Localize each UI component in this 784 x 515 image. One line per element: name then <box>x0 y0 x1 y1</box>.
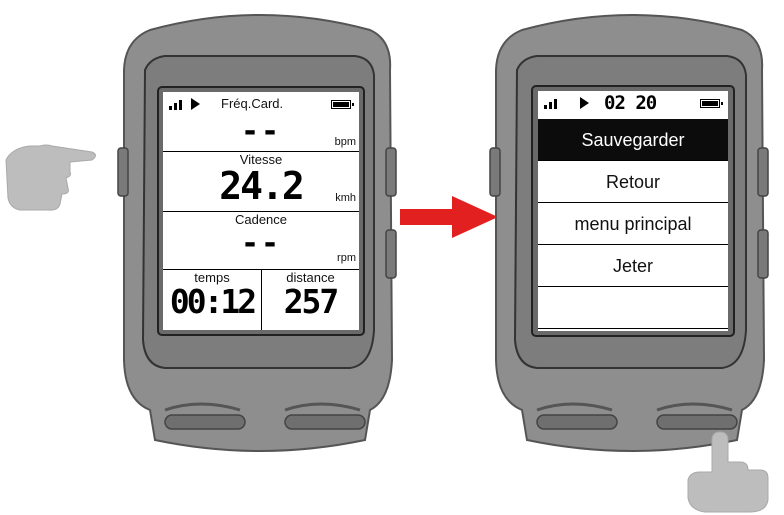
speed-unit: kmh <box>335 192 356 204</box>
clock: 02 20 <box>604 92 657 114</box>
cadence-unit: rpm <box>337 252 356 264</box>
heart-rate-unit: bpm <box>334 136 356 148</box>
battery-icon <box>331 100 354 109</box>
speed-field: Vitesse 24.2 kmh <box>163 151 359 212</box>
play-icon <box>580 97 589 109</box>
heart-rate-value: -- <box>240 114 282 149</box>
cadence-field: Cadence -- rpm <box>163 211 359 270</box>
right-arrow <box>400 196 498 238</box>
distance-field: distance 257 <box>262 270 359 330</box>
play-icon <box>191 98 200 110</box>
status-bar: Fréq.Card. <box>163 92 359 116</box>
ride-data-screen: Fréq.Card. -- bpm Vitesse 24.2 kmh Caden… <box>163 92 359 330</box>
status-title: Fréq.Card. <box>221 96 284 111</box>
signal-icon <box>169 98 187 110</box>
menu-item[interactable]: Jeter <box>538 245 728 287</box>
time-field: temps 00:12 <box>163 270 261 330</box>
speed-value: 24.2 <box>219 164 305 208</box>
menu-item[interactable]: Retour <box>538 161 728 203</box>
cadence-label: Cadence <box>234 212 288 227</box>
time-distance-row: temps 00:12 distance 257 <box>163 269 359 330</box>
battery-icon <box>700 99 723 108</box>
menu-item[interactable]: Sauvegarder <box>538 119 728 161</box>
heart-rate-field: -- bpm <box>163 114 359 150</box>
menu-item[interactable] <box>538 287 728 329</box>
signal-icon <box>544 97 562 109</box>
pointing-hand-icon <box>5 144 96 211</box>
time-value: 00:12 <box>169 282 257 321</box>
status-bar: 02 20 <box>538 91 728 119</box>
save-menu-screen: 02 20 Sauvegarder Retour menu principal Jet… <box>538 91 728 331</box>
cadence-value: -- <box>240 226 282 261</box>
menu-item[interactable]: menu principal <box>538 203 728 245</box>
distance-value: 257 <box>283 282 340 321</box>
